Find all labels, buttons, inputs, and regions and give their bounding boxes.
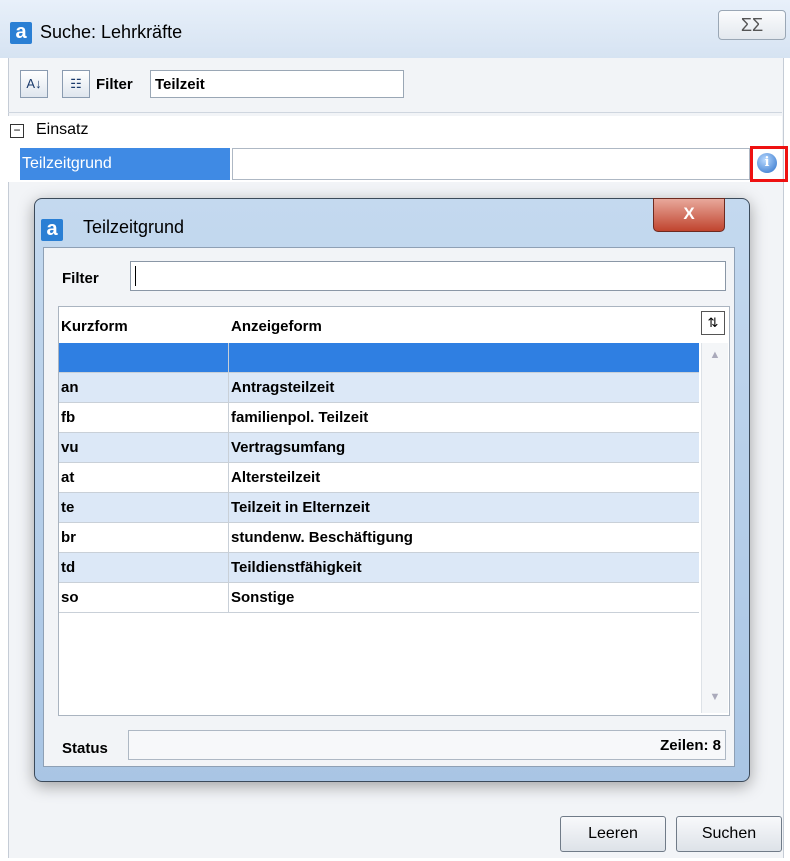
clear-button[interactable]: Leeren: [560, 816, 666, 852]
table-cell: Teildienstfähigkeit: [231, 559, 362, 576]
property-value-field[interactable]: [232, 148, 750, 180]
dialog-title: Teilzeitgrund: [83, 217, 185, 237]
table-row[interactable]: vu Vertragsumfang: [59, 433, 699, 463]
dialog-filter-input[interactable]: [130, 261, 726, 291]
table-row[interactable]: at Altersteilzeit: [59, 463, 699, 493]
row-count: Zeilen: 8: [660, 737, 721, 754]
table-cell: br: [59, 523, 229, 552]
window-title: Suche: Lehrkräfte: [40, 22, 183, 42]
table-cell: Vertragsumfang: [231, 439, 346, 456]
info-icon[interactable]: i: [757, 153, 777, 173]
table-row[interactable]: [59, 343, 699, 373]
table-cell: fb: [59, 403, 229, 432]
column-header-anzeigeform[interactable]: Anzeigeform: [231, 318, 322, 335]
table-cell: so: [59, 583, 229, 612]
table-cell: Altersteilzeit: [231, 469, 321, 486]
scroll-up-icon[interactable]: ▲: [707, 349, 723, 363]
divider: [8, 112, 782, 113]
table-cell: Sonstige: [231, 589, 295, 606]
app-logo-icon: a: [41, 219, 63, 241]
close-button[interactable]: ΣΣ: [718, 10, 786, 40]
table-cell: te: [59, 493, 229, 522]
category-einsatz: Einsatz: [36, 121, 89, 138]
lookup-table: Kurzform Anzeigeform ⇅ an Antragsteilzei…: [58, 306, 730, 716]
dialog-close-button[interactable]: X: [653, 198, 725, 232]
sort-categorized-icon[interactable]: ☷: [62, 70, 90, 98]
table-cell: [229, 343, 699, 372]
search-button[interactable]: Suchen: [676, 816, 782, 852]
app-logo-icon: a: [10, 22, 32, 44]
text-caret: [135, 266, 136, 286]
table-row[interactable]: br stundenw. Beschäftigung: [59, 523, 699, 553]
collapse-icon[interactable]: −: [10, 124, 24, 138]
table-cell: at: [59, 463, 229, 492]
dialog-filter-label: Filter: [62, 270, 99, 287]
filter-input[interactable]: Teilzeit: [150, 70, 404, 98]
property-name-teilzeitgrund[interactable]: Teilzeitgrund: [20, 148, 230, 180]
table-cell: [59, 343, 229, 372]
window-titlebar: a Suche: Lehrkräfte ΣΣ: [0, 0, 790, 58]
column-header-kurzform[interactable]: Kurzform: [61, 318, 128, 335]
scroll-down-icon[interactable]: ▼: [707, 691, 723, 705]
table-cell: an: [59, 373, 229, 402]
table-header: Kurzform Anzeigeform: [59, 307, 699, 343]
status-bar: Zeilen: 8: [128, 730, 726, 760]
table-row[interactable]: te Teilzeit in Elternzeit: [59, 493, 699, 523]
table-cell: vu: [59, 433, 229, 462]
table-cell: td: [59, 553, 229, 582]
vertical-scrollbar[interactable]: ▲ ▼: [701, 343, 728, 713]
teilzeitgrund-dialog: a Teilzeitgrund X Filter Kurzform Anzeig…: [34, 198, 750, 782]
sort-alphabetical-icon[interactable]: A↓: [20, 70, 48, 98]
table-cell: Antragsteilzeit: [231, 379, 335, 396]
table-cell: stundenw. Beschäftigung: [231, 529, 413, 546]
table-cell: Teilzeit in Elternzeit: [231, 499, 370, 516]
table-row[interactable]: an Antragsteilzeit: [59, 373, 699, 403]
column-chooser-icon[interactable]: ⇅: [701, 311, 725, 335]
table-cell: familienpol. Teilzeit: [231, 409, 369, 426]
table-row[interactable]: fb familienpol. Teilzeit: [59, 403, 699, 433]
table-row[interactable]: so Sonstige: [59, 583, 699, 613]
filter-label: Filter: [96, 76, 133, 93]
dialog-client-area: Filter Kurzform Anzeigeform ⇅ an Antrags…: [43, 247, 735, 767]
table-row[interactable]: td Teildienstfähigkeit: [59, 553, 699, 583]
status-label: Status: [62, 740, 108, 757]
